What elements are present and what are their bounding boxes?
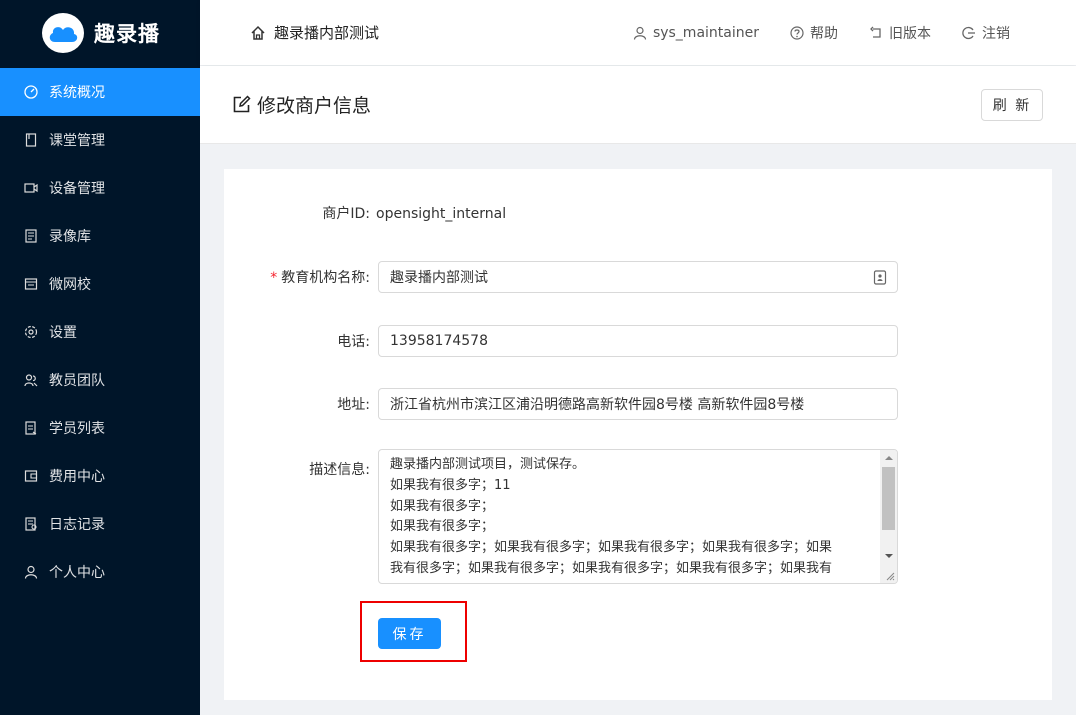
dashboard-icon bbox=[24, 85, 38, 99]
logout-link[interactable]: 注销 bbox=[962, 23, 1010, 43]
log-icon bbox=[25, 517, 37, 531]
username: sys_maintainer bbox=[652, 24, 759, 41]
sidebar-item-label: 设置 bbox=[49, 325, 77, 341]
sidebar-item-overview[interactable]: 系统概况 bbox=[0, 68, 200, 116]
edit-icon bbox=[233, 95, 251, 113]
page-header: 修改商户信息 刷 新 bbox=[200, 66, 1076, 144]
sidebar-item-microschool[interactable]: 微网校 bbox=[0, 260, 200, 308]
library-icon bbox=[25, 229, 37, 243]
scroll-down-arrow-icon[interactable] bbox=[885, 554, 893, 558]
help-label: 帮助 bbox=[810, 25, 838, 42]
page-title: 修改商户信息 bbox=[232, 91, 371, 118]
address-label: 地址: bbox=[337, 397, 370, 413]
old-version-label: 旧版本 bbox=[889, 25, 931, 42]
page-title-text: 修改商户信息 bbox=[257, 95, 372, 117]
list-icon bbox=[25, 421, 37, 435]
phone-label: 电话: bbox=[337, 334, 370, 350]
resize-handle-icon[interactable] bbox=[885, 571, 895, 581]
sidebar-item-label: 微网校 bbox=[49, 277, 91, 293]
sidebar-item-label: 系统概况 bbox=[49, 85, 105, 101]
org-name-input[interactable]: 趣录播内部测试 bbox=[378, 261, 898, 293]
sidebar-item-label: 个人中心 bbox=[49, 565, 105, 581]
scroll-up-arrow-icon[interactable] bbox=[885, 456, 893, 460]
breadcrumb-label: 趣录播内部测试 bbox=[274, 24, 380, 42]
breadcrumb[interactable]: 趣录播内部测试 bbox=[250, 22, 379, 43]
description-line: 趣录播内部测试项目，测试保存。 bbox=[390, 457, 586, 472]
org-name-label: * 教育机构名称: bbox=[270, 270, 370, 286]
phone-input[interactable]: 13958174578 bbox=[378, 325, 898, 357]
description-line: 如果我有很多字； bbox=[390, 498, 495, 514]
description-line: 如果我有很多字； bbox=[390, 519, 495, 535]
merchant-id-row: 商户ID: opensight_internal bbox=[224, 204, 1052, 224]
header-actions: sys_maintainer 帮助 旧版本 注销 bbox=[602, 23, 1010, 43]
sidebar-item-devices[interactable]: 设备管理 bbox=[0, 164, 200, 212]
sidebar-item-logs[interactable]: 日志记录 bbox=[0, 500, 200, 548]
sidebar-item-label: 录像库 bbox=[49, 229, 91, 245]
logo[interactable]: 趣录播 bbox=[0, 0, 200, 65]
user-icon bbox=[633, 26, 647, 40]
old-version-link[interactable]: 旧版本 bbox=[869, 23, 931, 43]
sidebar-item-teachers[interactable]: 教员团队 bbox=[0, 356, 200, 404]
home-icon bbox=[251, 25, 265, 40]
description-label: 描述信息: bbox=[309, 462, 370, 478]
sidebar-item-profile[interactable]: 个人中心 bbox=[0, 548, 200, 596]
sidebar-item-label: 费用中心 bbox=[49, 469, 105, 485]
book-icon bbox=[25, 133, 37, 147]
sidebar-item-billing[interactable]: 费用中心 bbox=[0, 452, 200, 500]
save-button[interactable]: 保存 bbox=[378, 618, 441, 649]
phone-row: 电话: 13958174578 bbox=[224, 325, 1052, 357]
user-icon bbox=[24, 565, 38, 579]
cloud-logo-icon bbox=[42, 12, 84, 53]
refresh-button[interactable]: 刷 新 bbox=[981, 88, 1043, 121]
required-mark: * bbox=[270, 270, 278, 286]
user-menu[interactable]: sys_maintainer bbox=[633, 25, 759, 41]
org-name-row: * 教育机构名称: 趣录播内部测试 bbox=[224, 261, 1052, 293]
contact-card-icon[interactable] bbox=[873, 270, 887, 285]
sidebar-item-settings[interactable]: 设置 bbox=[0, 308, 200, 356]
sidebar-item-label: 日志记录 bbox=[49, 517, 105, 533]
scroll-thumb[interactable] bbox=[882, 467, 895, 530]
sidebar-item-classroom[interactable]: 课堂管理 bbox=[0, 116, 200, 164]
sidebar-item-label: 设备管理 bbox=[49, 181, 105, 197]
description-textarea[interactable]: 趣录播内部测试项目，测试保存。 如果我有很多字；11 如果我有很多字； 如果我有… bbox=[378, 449, 898, 584]
bank-icon bbox=[24, 278, 38, 290]
app-name: 趣录播 bbox=[94, 21, 160, 46]
question-circle-icon bbox=[790, 25, 804, 40]
description-line: 我有很多字；如果我有很多字；如果我有很多字；如果我有很多字；如果我有 bbox=[390, 560, 833, 576]
address-row: 地址: 浙江省杭州市滨江区浦沿明德路高新软件园8号楼 高新软件园8号楼 bbox=[224, 388, 1052, 420]
textarea-scrollbar[interactable] bbox=[880, 450, 897, 583]
merchant-id-label: 商户ID: bbox=[322, 206, 370, 222]
address-value: 浙江省杭州市滨江区浦沿明德路高新软件园8号楼 高新软件园8号楼 bbox=[390, 397, 805, 413]
team-icon bbox=[24, 374, 38, 387]
sidebar-item-students[interactable]: 学员列表 bbox=[0, 404, 200, 452]
sidebar-item-label: 学员列表 bbox=[49, 421, 105, 437]
logout-label: 注销 bbox=[982, 25, 1010, 42]
logout-icon bbox=[962, 26, 975, 39]
phone-value: 13958174578 bbox=[390, 333, 488, 349]
org-name-value: 趣录播内部测试 bbox=[390, 270, 488, 286]
sidebar: 趣录播 系统概况 课堂管理 设备管理 录像库 微网校 设置 教员团队 学员列表 … bbox=[0, 0, 200, 715]
sidebar-item-library[interactable]: 录像库 bbox=[0, 212, 200, 260]
wallet-icon bbox=[24, 470, 38, 482]
merchant-form: 商户ID: opensight_internal * 教育机构名称: 趣录播内部测… bbox=[224, 169, 1052, 700]
description-line: 如果我有很多字；11 bbox=[390, 477, 511, 493]
help-link[interactable]: 帮助 bbox=[790, 23, 838, 43]
description-line: 如果我有很多字；如果我有很多字；如果我有很多字；如果我有很多字；如果 bbox=[390, 540, 833, 556]
merchant-id-value: opensight_internal bbox=[376, 206, 507, 222]
description-row: 描述信息: 趣录播内部测试项目，测试保存。 如果我有很多字；11 如果我有很多字… bbox=[224, 449, 1052, 584]
top-header: 趣录播内部测试 sys_maintainer 帮助 旧版本 注销 bbox=[200, 0, 1076, 65]
sidebar-item-label: 教员团队 bbox=[49, 373, 105, 389]
video-camera-icon bbox=[24, 183, 38, 193]
gear-icon bbox=[24, 325, 38, 339]
sidebar-item-label: 课堂管理 bbox=[49, 133, 105, 149]
sidebar-menu: 系统概况 课堂管理 设备管理 录像库 微网校 设置 教员团队 学员列表 费用中心… bbox=[0, 68, 200, 596]
address-input[interactable]: 浙江省杭州市滨江区浦沿明德路高新软件园8号楼 高新软件园8号楼 bbox=[378, 388, 898, 420]
rollback-icon bbox=[870, 26, 881, 38]
